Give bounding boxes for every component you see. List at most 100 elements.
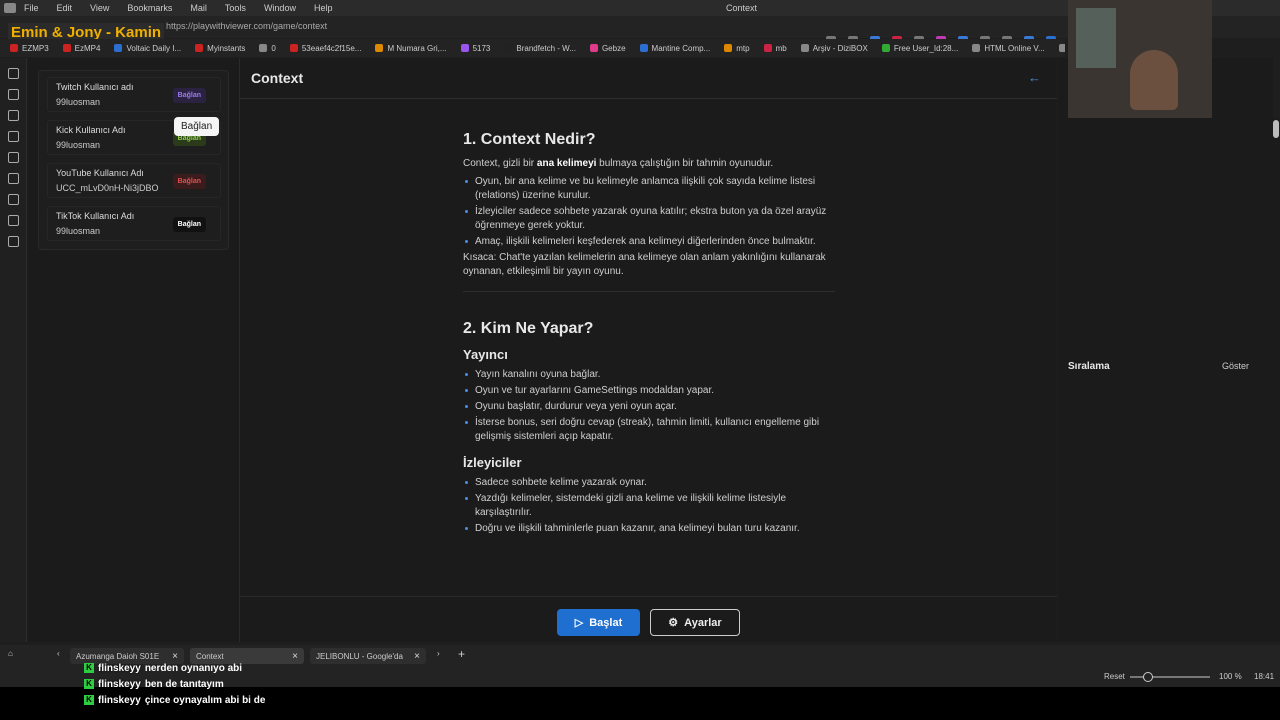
platform-label: TikTok Kullanıcı Adı <box>56 211 135 221</box>
menu-bookmarks[interactable]: Bookmarks <box>127 3 172 13</box>
list-item: Oyunu başlatır, durdurur veya yeni oyun … <box>463 400 835 414</box>
app-logo-icon <box>4 3 16 13</box>
summary-text: Kısaca: Chat'te yazılan kelimelerin ana … <box>463 252 826 277</box>
bookmark-item[interactable]: 53eaef4c2f15e... <box>289 44 361 53</box>
tiktok-connect-button[interactable]: Bağlan <box>172 217 206 232</box>
bookmark-item[interactable]: Brandfetch - W... <box>504 44 576 53</box>
menu-window[interactable]: Window <box>264 3 296 13</box>
bookmark-item[interactable]: EZMP3 <box>10 44 49 53</box>
bookmark-favicon-icon <box>1058 44 1065 52</box>
bookmark-item[interactable]: HTML Online V... <box>972 43 1045 53</box>
menu-view[interactable]: View <box>90 3 109 13</box>
scrollbar[interactable] <box>1273 118 1280 642</box>
window-shape <box>1076 8 1116 68</box>
bookmark-icon[interactable] <box>7 68 19 79</box>
kick-badge-icon: K <box>84 695 94 705</box>
platform-username: 99luosman <box>56 140 101 150</box>
bookmark-item[interactable]: Alınacaklar <box>1058 44 1065 53</box>
youtube-connect-button[interactable]: Bağlan <box>172 174 206 189</box>
menu-file[interactable]: File <box>24 3 39 13</box>
menu-mail[interactable]: Mail <box>190 3 207 13</box>
close-icon[interactable]: × <box>292 651 298 662</box>
bookmark-favicon-icon <box>589 44 598 52</box>
kick-badge-icon: K <box>84 679 94 689</box>
notes-icon[interactable] <box>7 194 19 205</box>
bookmark-favicon-icon <box>972 44 981 52</box>
settings-label: Ayarlar <box>684 616 722 629</box>
bookmark-label: EzMP4 <box>74 43 101 53</box>
action-bar: ▷ Başlat ⚙ Ayarlar <box>240 596 1057 642</box>
bookmark-item[interactable]: EzMP4 <box>62 43 101 53</box>
url-field[interactable]: https://playwithviewer.com/game/context <box>166 21 327 31</box>
bookmark-label: Free User_Id:28... <box>893 43 959 53</box>
download-icon[interactable] <box>7 89 19 100</box>
webcam-overlay <box>1068 0 1212 118</box>
rules-article: 1. Context Nedir? Context, gizli bir ana… <box>463 132 835 538</box>
platform-connections-panel: Twitch Kullanıcı adı 99luosman Bağlan Ki… <box>38 70 229 250</box>
bookmark-label: mb <box>775 43 787 53</box>
bookmark-item[interactable]: mtp <box>724 43 750 53</box>
workspace-icon[interactable]: ⌂ <box>8 649 13 658</box>
menu-tools[interactable]: Tools <box>225 3 246 13</box>
chat-overlay: Kflinskeyy nerden oynanıyo abi Kflinskeyy… <box>84 660 265 708</box>
youtube-row: YouTube Kullanıcı Adı UCC_mLvD0nH-Ni3jDB… <box>47 163 221 198</box>
bookmark-item[interactable]: 0 <box>259 43 276 53</box>
menu-help[interactable]: Help <box>314 3 333 13</box>
list-item: Doğru ve ilişkili tahminlerle puan kazan… <box>463 522 835 536</box>
zoom-slider-handle[interactable] <box>1143 672 1153 682</box>
bookmark-item[interactable]: Free User_Id:28... <box>881 43 959 53</box>
bookmark-item[interactable]: Myinstants <box>195 44 245 53</box>
subsection-title: Yayıncı <box>463 347 508 362</box>
platform-username: UCC_mLvD0nH-Ni3jDBO <box>56 183 159 193</box>
bookmark-item[interactable]: 5173 <box>460 44 490 53</box>
mail-icon[interactable] <box>7 215 19 226</box>
list-item: Yayın kanalını oyuna bağlar. <box>463 368 835 382</box>
zoom-reset-button[interactable]: Reset <box>1104 672 1125 681</box>
chat-user: flinskeyy <box>98 678 141 690</box>
translate-icon[interactable] <box>7 152 19 163</box>
intro-text: Context, gizli bir ana kelimeyi bulmaya … <box>463 158 774 169</box>
show-ranking-button[interactable]: Göster <box>1222 361 1249 371</box>
platform-username: 99luosman <box>56 226 101 236</box>
bookmark-favicon-icon <box>639 44 648 52</box>
list-item: Oyun, bir ana kelime ve bu kelimeyle anl… <box>463 175 835 203</box>
bookmark-item[interactable]: Arşiv - DiziBOX <box>800 44 868 53</box>
list-item: İsterse bonus, seri doğru cevap (streak)… <box>463 416 835 444</box>
bookmark-item[interactable]: mb <box>763 43 787 53</box>
add-panel-icon[interactable] <box>7 236 19 247</box>
bookmark-label: 0 <box>271 43 276 53</box>
chevron-right-icon[interactable]: › <box>437 649 440 658</box>
new-tab-icon[interactable]: + <box>458 647 465 661</box>
bookmark-item[interactable]: Gebze <box>589 43 626 53</box>
list-item: İzleyiciler sadece sohbete yazarak oyuna… <box>463 205 835 233</box>
close-icon[interactable]: × <box>414 651 420 662</box>
chat-message: nerden oynanıyo abi <box>144 662 243 674</box>
platform-username: 99luosman <box>56 97 101 107</box>
menu-edit[interactable]: Edit <box>57 3 73 13</box>
back-arrow-icon[interactable]: ← <box>1028 70 1041 85</box>
history-icon[interactable] <box>7 110 19 121</box>
page-title: Context <box>251 70 304 86</box>
chat-line: Kflinskeyy nerden oynanıyo abi <box>84 660 265 676</box>
list-item: Yazdığı kelimeler, sistemdeki gizli ana … <box>463 492 835 520</box>
bookmark-label: Myinstants <box>207 43 246 53</box>
bookmark-item[interactable]: M Numara Gri,... <box>375 43 447 53</box>
notes-icon[interactable] <box>7 131 19 142</box>
tab-google[interactable]: JELIBONLU - Google'da × <box>310 648 426 664</box>
bookmark-favicon-icon <box>504 44 513 52</box>
bookmark-label: mtp <box>736 43 750 53</box>
reading-list-icon[interactable] <box>7 173 19 184</box>
bookmark-item[interactable]: Mantine Comp... <box>639 44 710 53</box>
chevron-left-icon[interactable]: ‹ <box>57 649 60 658</box>
bookmark-label: Gebze <box>601 43 626 53</box>
bookmark-item[interactable]: Voltaic Daily I... <box>114 44 181 53</box>
settings-button[interactable]: ⚙ Ayarlar <box>650 609 740 636</box>
start-button[interactable]: ▷ Başlat <box>557 609 640 636</box>
chat-message: çince oynayalım abi bi de <box>144 694 266 706</box>
bookmark-label: M Numara Gri,... <box>387 43 447 53</box>
zoom-slider[interactable] <box>1130 676 1210 678</box>
chat-user: flinskeyy <box>98 662 141 674</box>
scrollbar-thumb[interactable] <box>1273 120 1279 138</box>
twitch-connect-button[interactable]: Bağlan <box>172 88 206 103</box>
bookmark-label: HTML Online V... <box>984 43 1045 53</box>
